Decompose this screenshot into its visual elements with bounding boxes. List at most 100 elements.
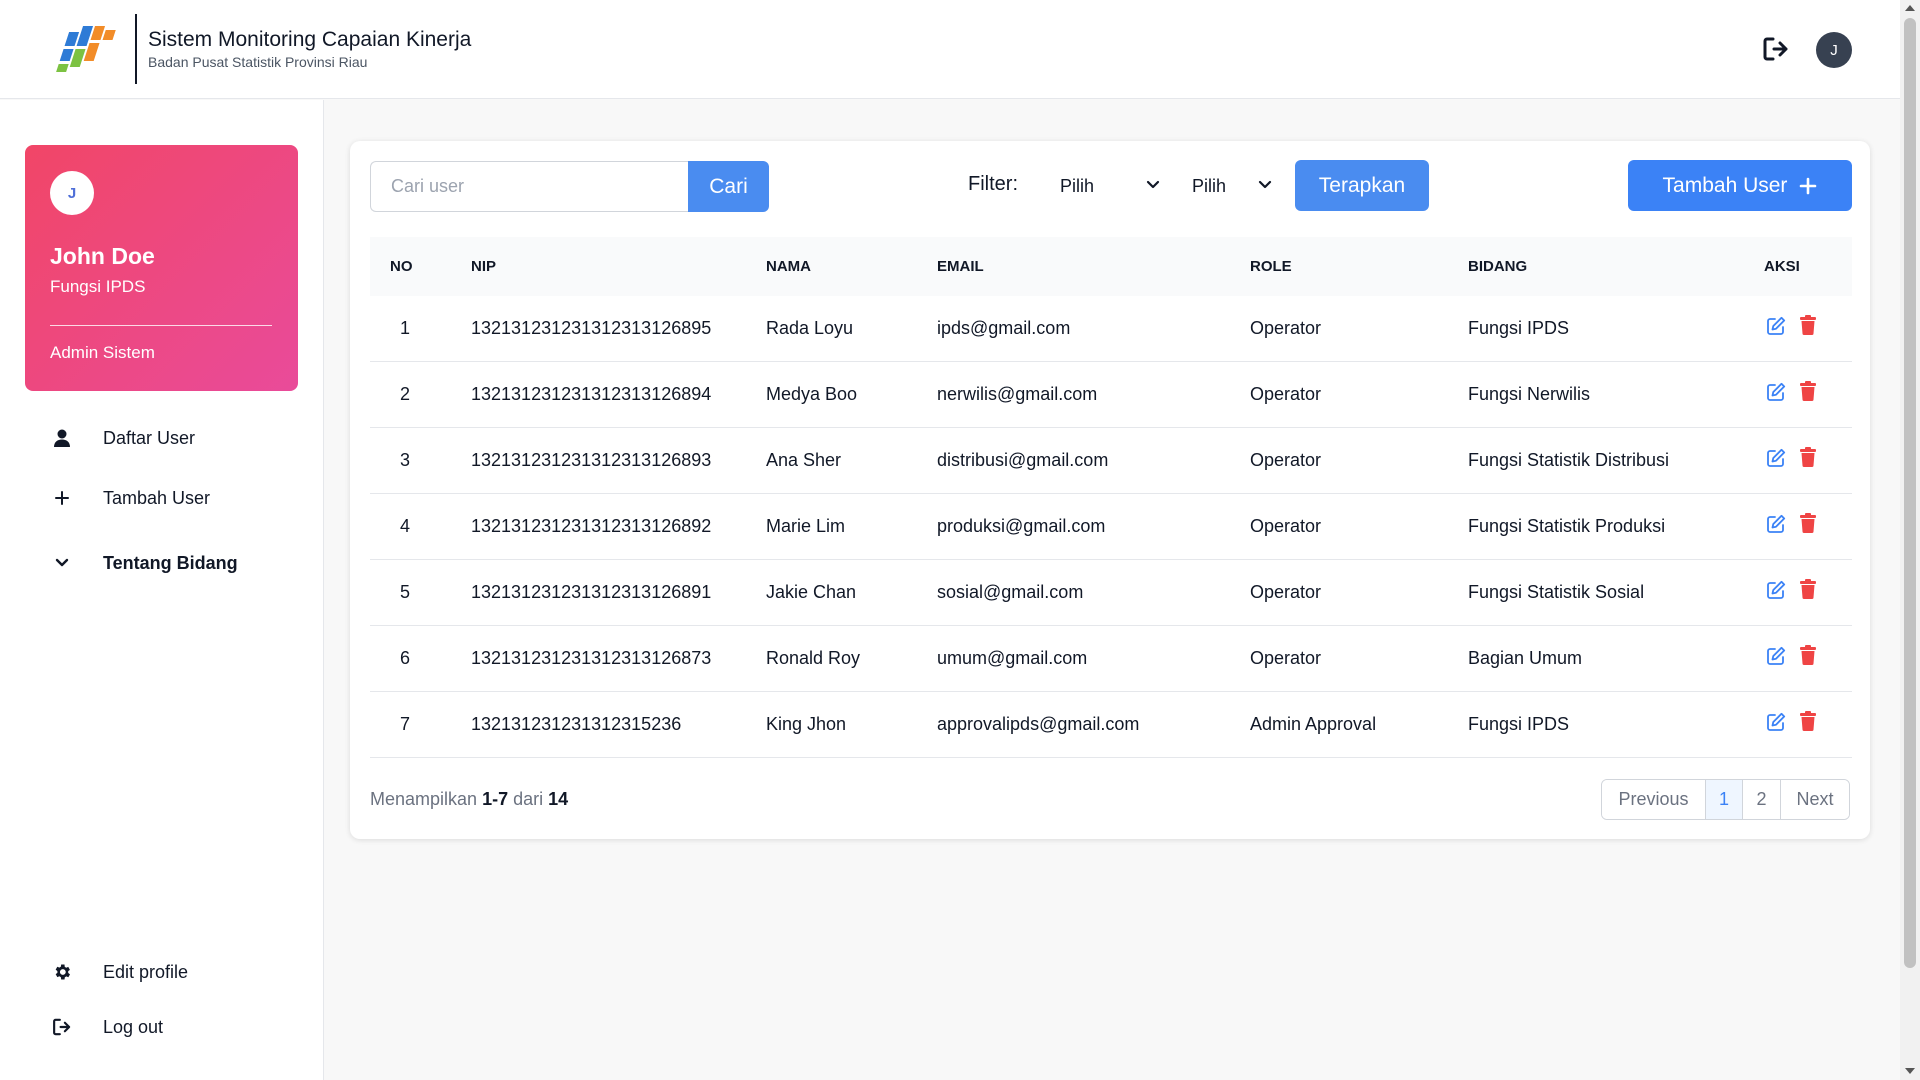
profile-divider	[50, 325, 272, 326]
chevron-down-icon	[52, 553, 72, 573]
previous-page-button[interactable]: Previous	[1602, 780, 1705, 819]
edit-icon[interactable]	[1766, 316, 1786, 336]
cell-nip: 132131231231312313126892	[471, 516, 712, 536]
edit-icon[interactable]	[1766, 514, 1786, 534]
scroll-up-icon[interactable]	[1905, 5, 1915, 11]
page-scrollbar[interactable]	[1900, 0, 1920, 1080]
sidebar-item-label: Tambah User	[103, 487, 211, 508]
chevron-down-icon	[1146, 180, 1160, 189]
users-table: NO NIP NAMA EMAIL ROLE BIDANG AKSI 1 1321…	[370, 237, 1852, 758]
cell-nip: 132131231231312315236	[471, 714, 682, 734]
profile-name: John Doe	[50, 243, 155, 269]
sidebar-item-label: Tentang Bidang	[103, 552, 238, 573]
cell-nama: Rada Loyu	[766, 318, 854, 338]
table-header: NO NIP NAMA EMAIL ROLE BIDANG AKSI	[370, 237, 1852, 296]
cell-email: nerwilis@gmail.com	[937, 384, 1098, 404]
bps-logo-icon	[56, 26, 116, 72]
cell-email: produksi@gmail.com	[937, 516, 1106, 536]
pagination: Previous 1 2 Next	[1601, 779, 1850, 820]
search-input[interactable]	[370, 161, 690, 212]
trash-icon[interactable]	[1800, 645, 1816, 665]
profile-department: Fungsi IPDS	[50, 277, 146, 296]
table-row: 3 132131231231312313126893 Ana Sher distrib…	[370, 428, 1852, 494]
cell-email: distribusi@gmail.com	[937, 450, 1109, 470]
trash-icon[interactable]	[1800, 579, 1816, 599]
cell-nama: Jakie Chan	[766, 582, 857, 602]
column-header-nama: NAMA	[766, 258, 811, 275]
next-page-button[interactable]: Next	[1780, 780, 1849, 819]
chevron-down-icon	[1258, 180, 1272, 189]
cell-bidang: Fungsi IPDS	[1468, 714, 1570, 734]
top-header: Sistem Monitoring Capaian Kinerja Badan …	[0, 0, 1900, 99]
cell-role: Operator	[1250, 648, 1322, 668]
cell-no: 3	[400, 450, 411, 470]
logout-icon	[52, 1017, 72, 1037]
header-avatar[interactable]: J	[1816, 32, 1852, 68]
plus-icon	[52, 488, 72, 508]
apply-filter-button[interactable]: Terapkan	[1295, 160, 1429, 211]
trash-icon[interactable]	[1800, 711, 1816, 731]
brand-divider	[135, 14, 137, 84]
table-row: 2 132131231231312313126894 Medya Boo nerwil…	[370, 362, 1852, 428]
cell-nama: King Jhon	[766, 714, 847, 734]
search-button[interactable]: Cari	[688, 161, 769, 212]
plus-icon	[1800, 177, 1817, 194]
edit-icon[interactable]	[1766, 382, 1786, 402]
sidebar-item-daftar-user[interactable]: Daftar User	[0, 416, 323, 460]
sidebar-item-edit-profile[interactable]: Edit profile	[0, 950, 323, 994]
cell-role: Operator	[1250, 516, 1322, 536]
trash-icon[interactable]	[1800, 447, 1816, 467]
page-2-button[interactable]: 2	[1742, 780, 1780, 819]
table-row: 4 132131231231312313126892 Marie Lim produk…	[370, 494, 1852, 560]
scroll-thumb[interactable]	[1904, 18, 1916, 968]
column-header-bidang: BIDANG	[1468, 258, 1528, 275]
sidebar-item-label: Edit profile	[103, 961, 189, 982]
cell-no: 7	[400, 714, 411, 734]
showing-mid: dari	[513, 789, 544, 809]
showing-total: 14	[548, 789, 569, 809]
column-header-role: ROLE	[1250, 258, 1292, 275]
cell-email: ipds@gmail.com	[937, 318, 1071, 338]
add-user-button[interactable]: Tambah User	[1628, 160, 1852, 211]
gear-icon	[52, 962, 72, 982]
filter-select-value: Pilih	[1192, 176, 1227, 196]
cell-bidang: Fungsi IPDS	[1468, 318, 1570, 338]
cell-email: approvalipds@gmail.com	[937, 714, 1140, 734]
cell-role: Operator	[1250, 582, 1322, 602]
sidebar-item-tentang-bidang[interactable]: Tentang Bidang	[0, 541, 323, 585]
trash-icon[interactable]	[1800, 513, 1816, 533]
edit-icon[interactable]	[1766, 646, 1786, 666]
sidebar-item-tambah-user[interactable]: Tambah User	[0, 476, 323, 520]
sidebar-item-log-out[interactable]: Log out	[0, 1005, 323, 1049]
profile-avatar: J	[50, 171, 94, 215]
cell-bidang: Bagian Umum	[1468, 648, 1583, 668]
scroll-down-icon[interactable]	[1905, 1068, 1915, 1074]
cell-no: 2	[400, 384, 411, 404]
table-body: 1 132131231231312313126895 Rada Loyu ipds@g…	[370, 296, 1852, 758]
column-header-email: EMAIL	[937, 258, 984, 275]
edit-icon[interactable]	[1766, 712, 1786, 732]
cell-email: sosial@gmail.com	[937, 582, 1084, 602]
trash-icon[interactable]	[1800, 315, 1816, 335]
table-row: 1 132131231231312313126895 Rada Loyu ipds@g…	[370, 296, 1852, 362]
cell-role: Operator	[1250, 318, 1322, 338]
app-title: Sistem Monitoring Capaian Kinerja	[148, 28, 472, 51]
edit-icon[interactable]	[1766, 448, 1786, 468]
filter-select-2[interactable]: Pilih	[1192, 161, 1272, 212]
cell-no: 6	[400, 648, 411, 668]
user-icon	[52, 428, 72, 448]
page-1-button[interactable]: 1	[1705, 780, 1742, 819]
cell-no: 1	[400, 318, 411, 338]
filter-select-1[interactable]: Pilih	[1060, 161, 1160, 212]
table-row: 7 132131231231312315236 King Jhon approvali…	[370, 692, 1852, 758]
sidebar-item-label: Log out	[103, 1016, 164, 1037]
edit-icon[interactable]	[1766, 580, 1786, 600]
cell-email: umum@gmail.com	[937, 648, 1088, 668]
trash-icon[interactable]	[1800, 381, 1816, 401]
logout-icon[interactable]	[1762, 36, 1790, 62]
column-header-nip: NIP	[471, 258, 497, 275]
add-user-label: Tambah User	[1662, 173, 1788, 197]
cell-role: Admin Approval	[1250, 714, 1377, 734]
cell-nip: 132131231231312313126893	[471, 450, 712, 470]
showing-prefix: Menampilkan	[370, 789, 478, 809]
